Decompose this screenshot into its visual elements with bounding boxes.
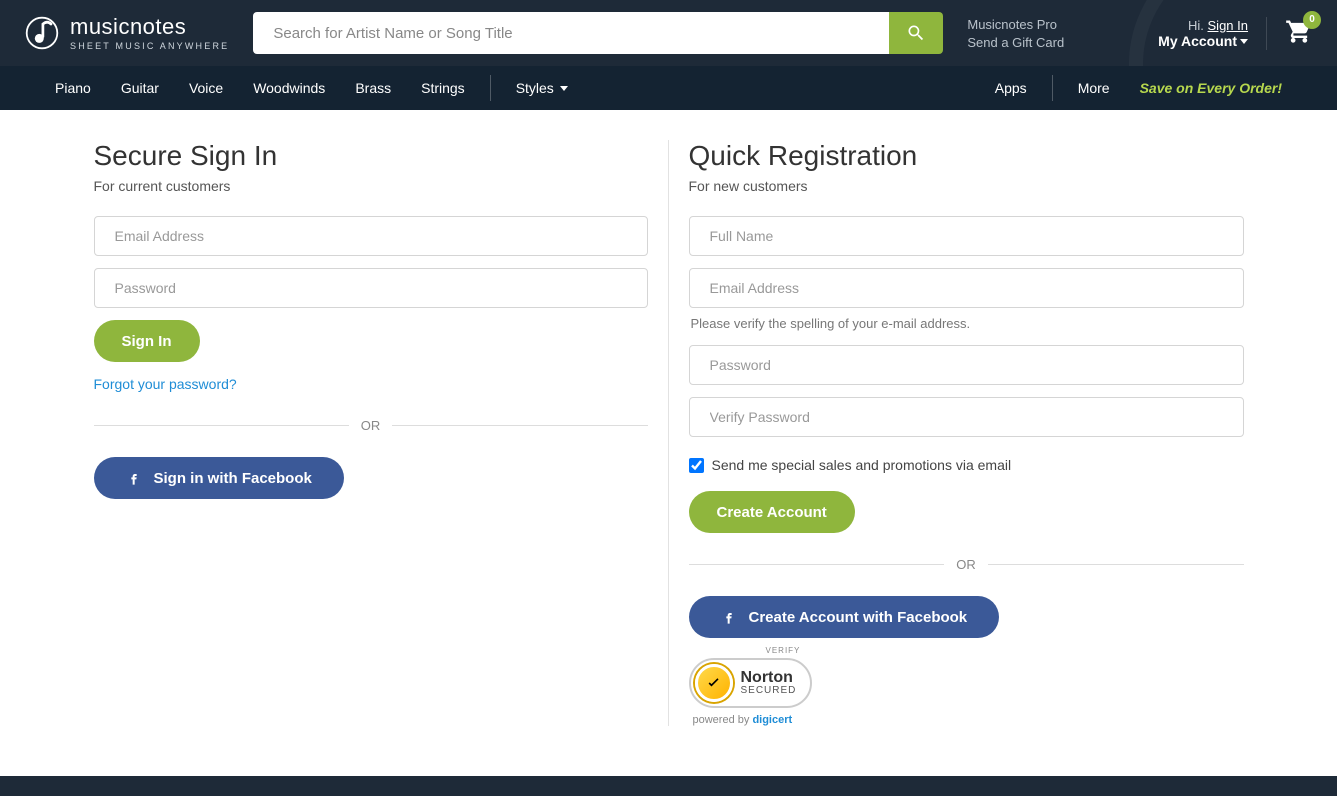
logo[interactable]: musicnotes SHEET MUSIC ANYWHERE xyxy=(24,15,229,51)
nav-voice[interactable]: Voice xyxy=(174,66,238,110)
search-input[interactable] xyxy=(253,12,889,54)
nav-more[interactable]: More xyxy=(1063,80,1125,96)
shield-check-icon xyxy=(695,664,733,702)
register-password-field[interactable] xyxy=(689,345,1244,385)
facebook-create-account-button[interactable]: Create Account with Facebook xyxy=(689,596,1000,638)
sign-in-title: Secure Sign In xyxy=(94,140,648,172)
nav-save-order[interactable]: Save on Every Order! xyxy=(1125,80,1297,96)
norton-verify-label: VERIFY xyxy=(766,646,801,655)
header: musicnotes SHEET MUSIC ANYWHERE Musicnot… xyxy=(0,0,1337,66)
norton-secured: SECURED xyxy=(741,686,797,696)
account-text: Hi. Sign In My Account xyxy=(1158,18,1248,49)
norton-name: Norton xyxy=(741,670,797,686)
gift-card-link[interactable]: Send a Gift Card xyxy=(967,35,1064,50)
promo-label: Send me special sales and promotions via… xyxy=(712,457,1012,473)
brand-name: musicnotes xyxy=(70,16,229,38)
email-hint: Please verify the spelling of your e-mai… xyxy=(691,316,1244,331)
sign-in-panel: Secure Sign In For current customers Sig… xyxy=(74,140,669,726)
search-bar xyxy=(253,12,943,54)
or-divider: OR xyxy=(94,418,648,433)
facebook-icon xyxy=(126,470,142,486)
header-sign-in-link[interactable]: Sign In xyxy=(1208,18,1248,33)
sign-in-button[interactable]: Sign In xyxy=(94,320,200,362)
nav-divider xyxy=(490,75,491,101)
chevron-down-icon xyxy=(1240,39,1248,44)
nav-strings[interactable]: Strings xyxy=(406,66,480,110)
nav-divider xyxy=(1052,75,1053,101)
norton-seal[interactable]: VERIFY Norton SECURED powered by digicer… xyxy=(689,658,1244,726)
nav-brass[interactable]: Brass xyxy=(340,66,406,110)
header-quick-links: Musicnotes Pro Send a Gift Card xyxy=(967,17,1064,50)
pro-link[interactable]: Musicnotes Pro xyxy=(967,17,1064,32)
search-button[interactable] xyxy=(889,12,943,54)
facebook-sign-in-button[interactable]: Sign in with Facebook xyxy=(94,457,344,499)
nav-piano[interactable]: Piano xyxy=(40,66,106,110)
promo-checkbox-row[interactable]: Send me special sales and promotions via… xyxy=(689,457,1244,473)
nav-woodwinds[interactable]: Woodwinds xyxy=(238,66,340,110)
create-account-button[interactable]: Create Account xyxy=(689,491,855,533)
my-account-dropdown[interactable]: My Account xyxy=(1158,33,1248,49)
norton-powered: powered by digicert xyxy=(689,714,1244,726)
brand-tagline: SHEET MUSIC ANYWHERE xyxy=(70,42,229,51)
register-verify-password-field[interactable] xyxy=(689,397,1244,437)
logo-icon xyxy=(24,15,60,51)
register-email-field[interactable] xyxy=(689,268,1244,308)
cart-button[interactable]: 0 xyxy=(1266,17,1313,50)
main-nav: Piano Guitar Voice Woodwinds Brass Strin… xyxy=(0,66,1337,110)
main-content: Secure Sign In For current customers Sig… xyxy=(0,110,1337,776)
register-subtitle: For new customers xyxy=(689,178,1244,194)
facebook-icon xyxy=(721,609,737,625)
footer xyxy=(0,776,1337,796)
sign-in-subtitle: For current customers xyxy=(94,178,648,194)
chevron-down-icon xyxy=(560,86,568,91)
nav-styles[interactable]: Styles xyxy=(501,66,583,110)
cart-count-badge: 0 xyxy=(1303,11,1321,29)
or-divider: OR xyxy=(689,557,1244,572)
nav-guitar[interactable]: Guitar xyxy=(106,66,174,110)
register-name-field[interactable] xyxy=(689,216,1244,256)
greeting: Hi. xyxy=(1188,18,1204,33)
register-panel: Quick Registration For new customers Ple… xyxy=(669,140,1264,726)
forgot-password-link[interactable]: Forgot your password? xyxy=(94,376,237,392)
signin-email-field[interactable] xyxy=(94,216,648,256)
signin-password-field[interactable] xyxy=(94,268,648,308)
register-title: Quick Registration xyxy=(689,140,1244,172)
promo-checkbox[interactable] xyxy=(689,458,704,473)
search-icon xyxy=(906,23,926,43)
nav-apps[interactable]: Apps xyxy=(980,80,1042,96)
